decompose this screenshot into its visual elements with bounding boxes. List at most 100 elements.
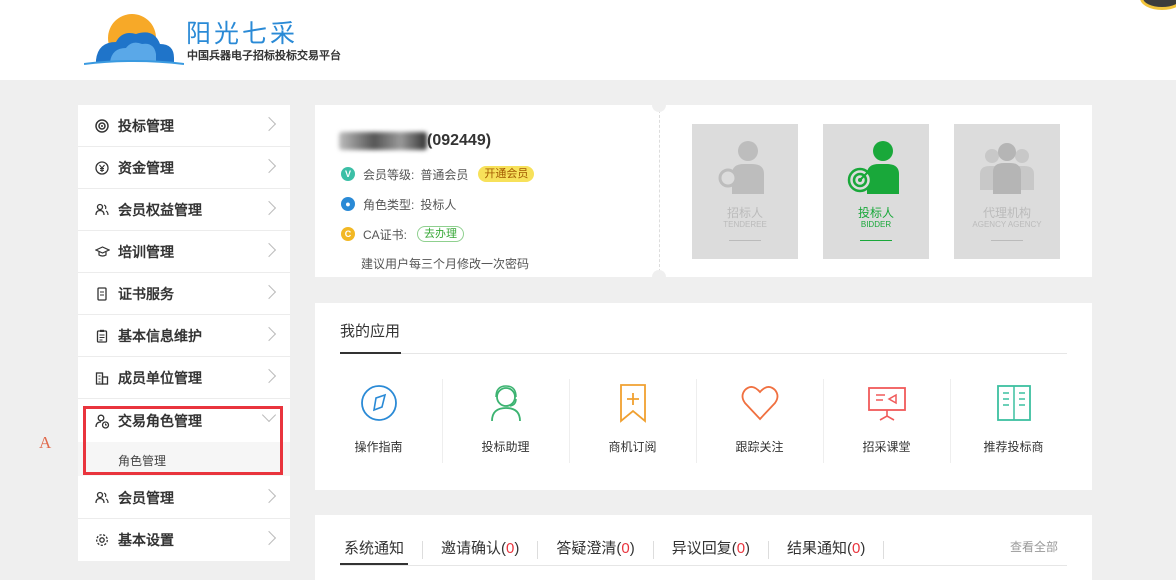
tab-qa-clarification[interactable]: 答疑澄清(0) — [552, 539, 638, 565]
tab-count: 0 — [736, 540, 746, 557]
compass-icon — [361, 385, 397, 421]
bidder-figure-icon — [847, 141, 899, 194]
sidebar-item-label: 资金管理 — [118, 159, 174, 176]
divider-notch — [652, 270, 666, 284]
sidebar-item-certificate[interactable]: 证书服务 — [78, 273, 290, 315]
chevron-right-icon — [261, 284, 277, 300]
tab-count: 0 — [621, 540, 630, 557]
role-type-value: 投标人 — [420, 197, 457, 212]
notifications-panel: 系统通知 邀请确认(0) 答疑澄清(0) 异议回复(0) 结果通知(0) 查看全… — [315, 515, 1092, 580]
yen-icon — [94, 160, 110, 176]
tenderee-figure-icon — [718, 141, 764, 194]
gear-icon — [94, 532, 110, 548]
certificate-icon — [94, 286, 110, 302]
sidebar-item-label: 基本信息维护 — [118, 327, 202, 344]
tab-label: 系统通知 — [344, 540, 405, 557]
role-underline — [860, 240, 892, 241]
highlight-annotation-box — [83, 406, 283, 475]
role-en-name: TENDEREE — [723, 220, 767, 229]
app-label: 投标助理 — [481, 440, 530, 454]
sidebar-item-bid-management[interactable]: 投标管理 — [78, 105, 290, 147]
role-type-row: ● 角色类型: 投标人 — [341, 194, 456, 214]
role-en-name: BIDDER — [860, 220, 892, 229]
role-underline — [729, 240, 761, 241]
app-track-follow[interactable]: 跟踪关注 — [696, 379, 823, 463]
sidebar-item-member-rights[interactable]: 会员权益管理 — [78, 189, 290, 231]
my-apps-panel: 我的应用 操作指南 投标助理 商机订阅 跟踪关注 招采课堂 推荐投标商 — [315, 303, 1092, 490]
app-label: 招采课堂 — [862, 440, 911, 454]
corner-badge-icon[interactable] — [1140, 0, 1176, 10]
sidebar-item-label: 基本设置 — [118, 532, 174, 548]
sun-logo-icon — [84, 14, 184, 65]
divider — [659, 105, 660, 277]
app-recommended-bidders[interactable]: 推荐投标商 — [950, 379, 1077, 463]
sidebar-item-member-units[interactable]: 成员单位管理 — [78, 357, 290, 399]
tab-label: 答疑澄清( — [556, 540, 622, 557]
role-name: 代理机构 — [982, 206, 1031, 220]
sidebar-item-label: 会员管理 — [118, 489, 174, 506]
member-level-label: 会员等级: — [363, 167, 415, 182]
app-bid-assistant[interactable]: 投标助理 — [442, 379, 569, 463]
divider — [537, 541, 539, 559]
sidebar-item-basic-info[interactable]: 基本信息维护 — [78, 315, 290, 357]
book-icon — [997, 385, 1031, 421]
sidebar-item-fund-management[interactable]: 资金管理 — [78, 147, 290, 189]
app-procurement-class[interactable]: 招采课堂 — [823, 379, 950, 463]
app-label: 操作指南 — [354, 440, 403, 454]
sidebar-item-label: 培训管理 — [118, 243, 174, 260]
sidebar-nav: 投标管理 资金管理 会员权益管理 培训管理 证书服务 基本信息维护 成员单位管理… — [78, 105, 290, 561]
app-business-subscribe[interactable]: 商机订阅 — [569, 379, 696, 463]
sidebar-item-label: 投标管理 — [118, 117, 174, 134]
user-group-icon — [94, 490, 110, 506]
title-underline — [340, 352, 401, 354]
my-apps-title: 我的应用 — [340, 323, 401, 340]
ca-certificate-row: C CA证书: 去办理 — [341, 224, 465, 244]
user-icon: ● — [341, 197, 355, 211]
tab-invitation-confirm[interactable]: 邀请确认(0) — [437, 539, 523, 565]
role-card-tenderee[interactable]: 招标人 TENDEREE — [692, 124, 798, 259]
tab-objection-reply[interactable]: 异议回复(0) — [668, 539, 754, 565]
divider — [883, 541, 885, 559]
username-redacted — [339, 132, 427, 150]
presentation-icon — [868, 387, 906, 421]
ca-icon: C — [341, 227, 355, 241]
chevron-right-icon — [261, 200, 277, 216]
chevron-right-icon — [261, 488, 277, 504]
sidebar-item-label: 成员单位管理 — [118, 369, 202, 386]
tab-label: 异议回复( — [671, 540, 737, 557]
chevron-right-icon — [261, 242, 277, 258]
sidebar-item-member-management[interactable]: 会员管理 — [78, 477, 290, 519]
chevron-right-icon — [261, 368, 277, 384]
role-name: 招标人 — [726, 206, 763, 220]
sidebar-item-label: 证书服务 — [118, 285, 174, 302]
tab-paren: ) — [629, 540, 635, 557]
bookmark-plus-icon — [620, 384, 646, 423]
role-en-name: AGENCY AGENCY — [972, 220, 1042, 229]
tab-system-notice[interactable]: 系统通知 — [340, 539, 409, 565]
chevron-right-icon — [261, 530, 277, 546]
view-all-link[interactable]: 查看全部 — [1010, 538, 1058, 555]
open-membership-button[interactable]: 开通会员 — [478, 166, 535, 182]
assistant-icon — [491, 385, 521, 422]
apply-ca-button[interactable]: 去办理 — [417, 226, 465, 242]
tab-paren: ) — [860, 540, 866, 557]
brand-title: 阳光七采 — [186, 19, 299, 48]
role-underline — [991, 240, 1023, 241]
agency-figure-icon — [980, 143, 1034, 194]
divider — [340, 565, 1067, 566]
tab-result-notice[interactable]: 结果通知(0) — [783, 539, 869, 565]
divider — [422, 541, 424, 559]
sidebar-item-training[interactable]: 培训管理 — [78, 231, 290, 273]
app-label: 跟踪关注 — [735, 440, 784, 454]
brand-subtitle: 中国兵器电子招标投标交易平台 — [187, 50, 341, 62]
sidebar-item-basic-settings[interactable]: 基本设置 — [78, 519, 290, 561]
chevron-right-icon — [261, 158, 277, 174]
tab-paren: ) — [745, 540, 751, 557]
role-card-agency[interactable]: 代理机构 AGENCY AGENCY — [954, 124, 1060, 259]
ca-certificate-label: CA证书: — [363, 227, 408, 242]
profile-card: (092449) V 会员等级: 普通会员 开通会员 ● 角色类型: 投标人 C… — [315, 98, 1092, 284]
clipboard-icon — [94, 328, 110, 344]
role-card-bidder[interactable]: 投标人 BIDDER — [823, 124, 929, 259]
app-operation-guide[interactable]: 操作指南 — [315, 379, 442, 463]
app-label: 推荐投标商 — [983, 440, 1044, 454]
